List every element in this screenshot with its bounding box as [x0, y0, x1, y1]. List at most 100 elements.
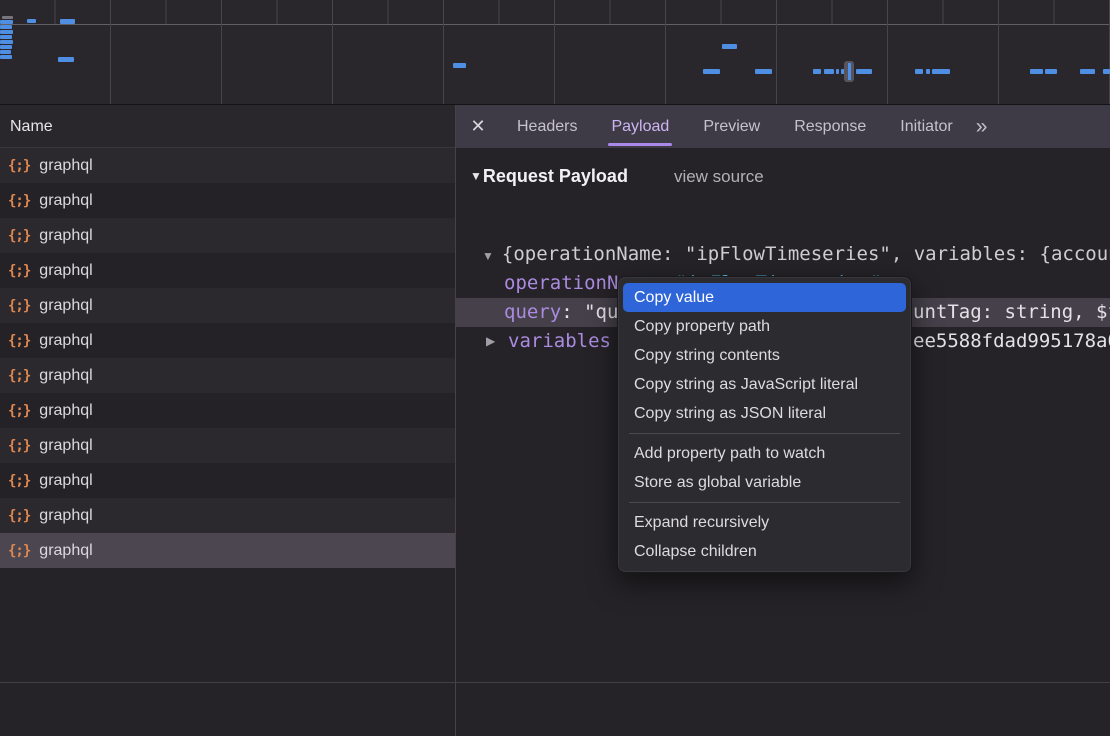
expand-closed-icon[interactable]: ▶: [486, 327, 495, 356]
waterfall-request-bar: [1030, 69, 1043, 74]
menu-item-copy-value[interactable]: Copy value: [623, 283, 906, 312]
request-name: graphql: [39, 472, 92, 490]
network-request-row[interactable]: {;} graphql: [0, 253, 455, 288]
menu-item-collapse-children[interactable]: Collapse children: [618, 537, 911, 566]
waterfall-request-bar: [703, 69, 720, 74]
waterfall-request-bar: [0, 45, 12, 49]
waterfall-request-bar: [915, 69, 923, 74]
property-value-continued: untTag: string, $f: [913, 298, 1110, 327]
waterfall-request-bar: [0, 25, 12, 29]
summary-divider: [0, 682, 455, 683]
json-braces-icon: {;}: [8, 403, 30, 419]
network-request-row[interactable]: {;} graphql: [0, 183, 455, 218]
json-braces-icon: {;}: [8, 193, 30, 209]
devtools-window: Name {;}graphql{;}graphql{;}graphql{;}gr…: [0, 0, 1110, 736]
request-name: graphql: [39, 192, 92, 210]
screenshot-root: Name {;}graphql{;}graphql{;}graphql{;}gr…: [0, 0, 1110, 740]
json-braces-icon: {;}: [8, 473, 30, 489]
request-name: graphql: [39, 332, 92, 350]
request-name: graphql: [39, 542, 92, 560]
section-title: Request Payload: [483, 166, 628, 186]
request-name: graphql: [39, 157, 92, 175]
request-name: graphql: [39, 437, 92, 455]
json-braces-icon: {;}: [8, 438, 30, 454]
context-menu: Copy valueCopy property pathCopy string …: [617, 276, 912, 573]
json-braces-icon: {;}: [8, 508, 30, 524]
request-name: graphql: [39, 227, 92, 245]
json-braces-icon: {;}: [8, 298, 30, 314]
more-tabs-icon[interactable]: »: [976, 115, 986, 139]
waterfall-request-bar: [813, 69, 821, 74]
waterfall-request-bar: [0, 30, 13, 34]
menu-item-copy-string-as-javascript-literal[interactable]: Copy string as JavaScript literal: [618, 370, 911, 399]
summary-divider: [456, 682, 1110, 683]
property-key: variables: [456, 327, 611, 356]
network-request-row[interactable]: {;} graphql: [0, 498, 455, 533]
tab-headers[interactable]: Headers: [502, 105, 592, 148]
overview-selection-handle[interactable]: [844, 61, 854, 82]
name-column-header[interactable]: Name: [0, 105, 455, 148]
tab-initiator[interactable]: Initiator: [885, 105, 967, 148]
json-braces-icon: {;}: [8, 333, 30, 349]
request-name: graphql: [39, 402, 92, 420]
menu-item-copy-string-as-json-literal[interactable]: Copy string as JSON literal: [618, 399, 911, 428]
section-expand-icon[interactable]: ▼: [470, 169, 482, 183]
request-payload-section-header[interactable]: ▼Request Payload view source: [470, 166, 1110, 187]
waterfall-request-bar: [0, 20, 13, 24]
waterfall-request-bar: [926, 69, 930, 74]
waterfall-request-bar: [27, 19, 36, 23]
expand-open-icon[interactable]: ▼: [482, 249, 494, 263]
network-request-row[interactable]: {;} graphql: [0, 393, 455, 428]
waterfall-request-bar: [932, 69, 950, 74]
waterfall-request-bar: [856, 69, 872, 74]
network-request-row[interactable]: {;} graphql: [0, 148, 455, 183]
waterfall-request-bar: [755, 69, 772, 74]
menu-item-store-as-global-variable[interactable]: Store as global variable: [618, 468, 911, 497]
network-overview-waterfall[interactable]: [0, 0, 1110, 105]
network-request-row[interactable]: {;} graphql: [0, 463, 455, 498]
waterfall-request-bar: [824, 69, 834, 74]
root-preview-text: {operationName: "ipFlowTimeseries", vari…: [502, 243, 1110, 265]
request-list: {;} graphql {;} graphql {;} graphql {;} graphql…: [0, 148, 455, 568]
network-request-row[interactable]: {;}graphql: [0, 533, 455, 568]
panel-split-handle[interactable]: [455, 105, 456, 736]
json-braces-icon: {;}: [8, 368, 30, 384]
waterfall-request-bar: [836, 69, 839, 74]
detail-tab-bar: ✕ HeadersPayloadPreviewResponseInitiator…: [456, 105, 1110, 148]
page-background-strip: [0, 736, 1110, 740]
json-braces-icon: {;}: [8, 228, 30, 244]
network-request-row[interactable]: {;} graphql: [0, 358, 455, 393]
overview-gridlines: [0, 24, 1110, 104]
network-request-row[interactable]: {;} graphql: [0, 218, 455, 253]
waterfall-request-bar: [1045, 69, 1057, 74]
waterfall-request-bar: [1103, 69, 1110, 74]
network-request-row[interactable]: {;} graphql: [0, 428, 455, 463]
tab-preview[interactable]: Preview: [688, 105, 775, 148]
menu-divider: [629, 433, 900, 434]
json-root-row[interactable]: ▼ {operationName: "ipFlowTimeseries", var…: [456, 240, 1110, 269]
request-name: graphql: [39, 507, 92, 525]
request-name: graphql: [39, 367, 92, 385]
waterfall-request-bar: [0, 50, 11, 54]
waterfall-request-bar: [58, 57, 74, 62]
waterfall-request-bar: [722, 44, 737, 49]
tab-response[interactable]: Response: [779, 105, 881, 148]
waterfall-request-bar: [0, 55, 12, 59]
property-value-start: "qu: [584, 301, 618, 323]
waterfall-request-bar: [2, 16, 13, 19]
menu-item-add-property-path-to-watch[interactable]: Add property path to watch: [618, 439, 911, 468]
network-request-row[interactable]: {;} graphql: [0, 323, 455, 358]
tab-payload[interactable]: Payload: [596, 105, 684, 148]
menu-item-expand-recursively[interactable]: Expand recursively: [618, 508, 911, 537]
network-main-area: Name {;}graphql{;}graphql{;}graphql{;}gr…: [0, 105, 1110, 736]
json-braces-icon: {;}: [8, 158, 30, 174]
menu-item-copy-property-path[interactable]: Copy property path: [618, 312, 911, 341]
request-name: graphql: [39, 262, 92, 280]
menu-item-copy-string-contents[interactable]: Copy string contents: [618, 341, 911, 370]
request-list-panel: Name {;}graphql{;}graphql{;}graphql{;}gr…: [0, 105, 455, 736]
close-icon[interactable]: ✕: [456, 116, 500, 137]
network-request-row[interactable]: {;}graphql: [0, 288, 455, 323]
view-source-link[interactable]: view source: [674, 167, 764, 186]
json-braces-icon: {;}: [8, 263, 30, 279]
property-value-continued: ee5588fdad995178a0: [913, 327, 1110, 356]
